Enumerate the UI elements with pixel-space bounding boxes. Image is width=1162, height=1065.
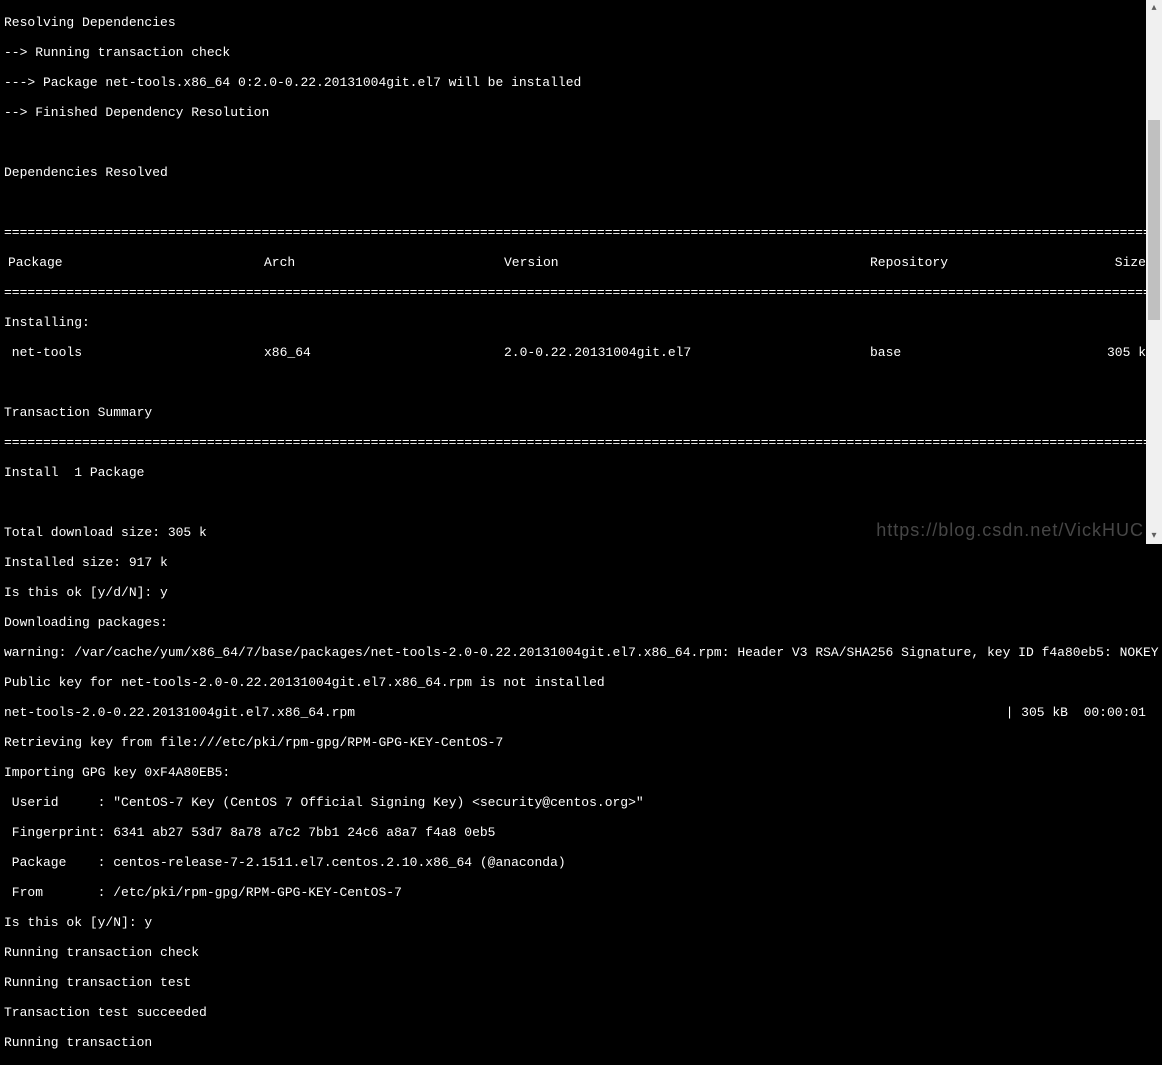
line-pubkey: Public key for net-tools-2.0-0.22.201310… bbox=[4, 675, 1158, 690]
line-deps-resolved: Dependencies Resolved bbox=[4, 165, 1158, 180]
line-installed-size: Installed size: 917 k bbox=[4, 555, 1158, 570]
line-finished-res: --> Finished Dependency Resolution bbox=[4, 105, 1158, 120]
chevron-down-icon: ▾ bbox=[1151, 529, 1156, 544]
line-run-check: --> Running transaction check bbox=[4, 45, 1158, 60]
line-run-t: Running transaction bbox=[4, 1035, 1158, 1050]
header-arch: Arch bbox=[264, 255, 504, 270]
rule-top: ========================================… bbox=[4, 225, 1158, 240]
rule-head: ========================================… bbox=[4, 285, 1158, 300]
line-is-ok-2: Is this ok [y/N]: y bbox=[4, 915, 1158, 930]
line-package: Package : centos-release-7-2.1511.el7.ce… bbox=[4, 855, 1158, 870]
line-total-dl: Total download size: 305 k bbox=[4, 525, 1158, 540]
line-blank-1 bbox=[4, 135, 1158, 150]
chevron-up-icon: ▴ bbox=[1151, 1, 1156, 16]
line-warning: warning: /var/cache/yum/x86_64/7/base/pa… bbox=[4, 645, 1158, 660]
line-blank-2 bbox=[4, 195, 1158, 210]
line-rpm-progress: net-tools-2.0-0.22.20131004git.el7.x86_6… bbox=[4, 705, 1158, 720]
line-userid: Userid : "CentOS-7 Key (CentOS 7 Officia… bbox=[4, 795, 1158, 810]
header-repository: Repository bbox=[870, 255, 1070, 270]
scroll-up-button[interactable]: ▴ bbox=[1146, 0, 1162, 16]
line-trans-summary: Transaction Summary bbox=[4, 405, 1158, 420]
scroll-down-button[interactable]: ▾ bbox=[1146, 528, 1162, 544]
cell-size: 305 k bbox=[1070, 345, 1158, 360]
cell-repository: base bbox=[870, 345, 1070, 360]
line-tt-succ: Transaction test succeeded bbox=[4, 1005, 1158, 1020]
line-fingerprint: Fingerprint: 6341 ab27 53d7 8a78 a7c2 7b… bbox=[4, 825, 1158, 840]
rule-summary: ========================================… bbox=[4, 435, 1158, 450]
vertical-scrollbar[interactable]: ▴ ▾ bbox=[1146, 0, 1162, 544]
cell-package: net-tools bbox=[4, 345, 264, 360]
line-downloading: Downloading packages: bbox=[4, 615, 1158, 630]
rpm-filename: net-tools-2.0-0.22.20131004git.el7.x86_6… bbox=[4, 705, 1006, 720]
line-blank-3 bbox=[4, 375, 1158, 390]
line-from: From : /etc/pki/rpm-gpg/RPM-GPG-KEY-Cent… bbox=[4, 885, 1158, 900]
line-installing: Installing: bbox=[4, 315, 1158, 330]
header-package: Package bbox=[4, 255, 264, 270]
scrollbar-thumb[interactable] bbox=[1148, 120, 1160, 320]
header-version: Version bbox=[504, 255, 870, 270]
line-resolving: Resolving Dependencies bbox=[4, 15, 1158, 30]
line-retrieving: Retrieving key from file:///etc/pki/rpm-… bbox=[4, 735, 1158, 750]
line-install-count: Install 1 Package bbox=[4, 465, 1158, 480]
cell-arch: x86_64 bbox=[264, 345, 504, 360]
line-is-ok-1: Is this ok [y/d/N]: y bbox=[4, 585, 1158, 600]
line-pkg-install: ---> Package net-tools.x86_64 0:2.0-0.22… bbox=[4, 75, 1158, 90]
table-header-row: Package Arch Version Repository Size bbox=[4, 255, 1158, 270]
table-row: net-tools x86_64 2.0-0.22.20131004git.el… bbox=[4, 345, 1158, 360]
line-importing: Importing GPG key 0xF4A80EB5: bbox=[4, 765, 1158, 780]
line-blank-4 bbox=[4, 495, 1158, 510]
terminal-output: Resolving Dependencies --> Running trans… bbox=[0, 0, 1162, 1065]
header-size: Size bbox=[1070, 255, 1158, 270]
line-run-tc: Running transaction check bbox=[4, 945, 1158, 960]
cell-version: 2.0-0.22.20131004git.el7 bbox=[504, 345, 870, 360]
rpm-progress-right: | 305 kB 00:00:01 bbox=[1006, 705, 1158, 720]
line-run-tt: Running transaction test bbox=[4, 975, 1158, 990]
